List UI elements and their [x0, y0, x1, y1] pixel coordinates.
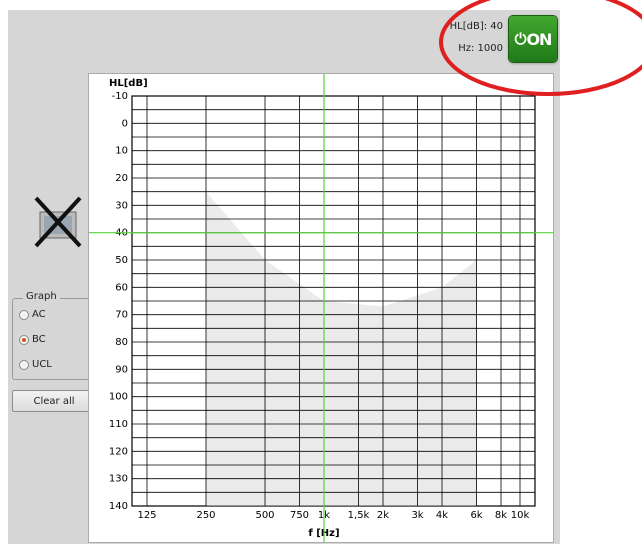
radio-ucl[interactable]: UCL: [19, 359, 52, 370]
y-tick-label: 130: [109, 474, 128, 485]
x-tick-label: 4k: [436, 510, 448, 521]
x-tick-label: 250: [196, 510, 215, 521]
radio-bc-label: BC: [32, 334, 46, 345]
x-tick-label: 6k: [470, 510, 482, 521]
y-tick-label: 80: [115, 337, 128, 348]
y-tick-label: 100: [109, 392, 128, 403]
y-axis-label: HL[dB]: [109, 78, 148, 89]
y-tick-label: 60: [115, 282, 128, 293]
radio-ac-label: AC: [32, 309, 46, 320]
graph-group-title: Graph: [23, 291, 60, 302]
radio-bc-indicator[interactable]: [19, 334, 29, 345]
x-tick-label: 500: [255, 510, 274, 521]
y-tick-label: 30: [115, 200, 128, 211]
y-tick-label: 0: [122, 118, 128, 129]
y-tick-label: 10: [115, 146, 128, 157]
hz-readout: Hz: 1000: [458, 43, 503, 54]
power-button-label: ON: [526, 29, 552, 49]
x-tick-label: 10k: [511, 510, 530, 521]
y-tick-label: 20: [115, 173, 128, 184]
y-tick-label: 110: [109, 419, 128, 430]
radio-ac[interactable]: AC: [19, 309, 46, 320]
radio-ucl-indicator[interactable]: [19, 359, 29, 370]
y-tick-label: 70: [115, 310, 128, 321]
no-headphones-icon[interactable]: [32, 196, 84, 248]
y-tick-label: 120: [109, 446, 128, 457]
radio-bc[interactable]: BC: [19, 334, 46, 345]
x-tick-label: 2k: [377, 510, 389, 521]
radio-ucl-label: UCL: [32, 359, 52, 370]
y-tick-label: 140: [109, 501, 128, 512]
x-tick-label: 8k: [495, 510, 507, 521]
graph-group: Graph AC BC UCL: [12, 291, 96, 380]
audiogram-chart[interactable]: -10 0 10 20 30 40 50 60 70 80 90 100 110 120 130 140 125…: [88, 73, 554, 543]
x-tick-label: 750: [290, 510, 309, 521]
x-tick-label: 1,5k: [348, 510, 370, 521]
clear-all-button[interactable]: Clear all: [12, 390, 96, 412]
audiogram-svg[interactable]: -100102030405060708090100110120130140125…: [89, 74, 553, 542]
x-tick-label: 3k: [411, 510, 423, 521]
y-tick-label: 50: [115, 255, 128, 266]
x-tick-label: 125: [137, 510, 156, 521]
power-icon: ⏻: [514, 30, 527, 48]
power-toggle-button[interactable]: ⏻ ON: [509, 16, 557, 62]
y-tick-label: -10: [112, 91, 128, 102]
hl-readout: HL[dB]: 40: [449, 21, 503, 32]
radio-ac-indicator[interactable]: [19, 309, 29, 320]
y-tick-label: 90: [115, 364, 128, 375]
